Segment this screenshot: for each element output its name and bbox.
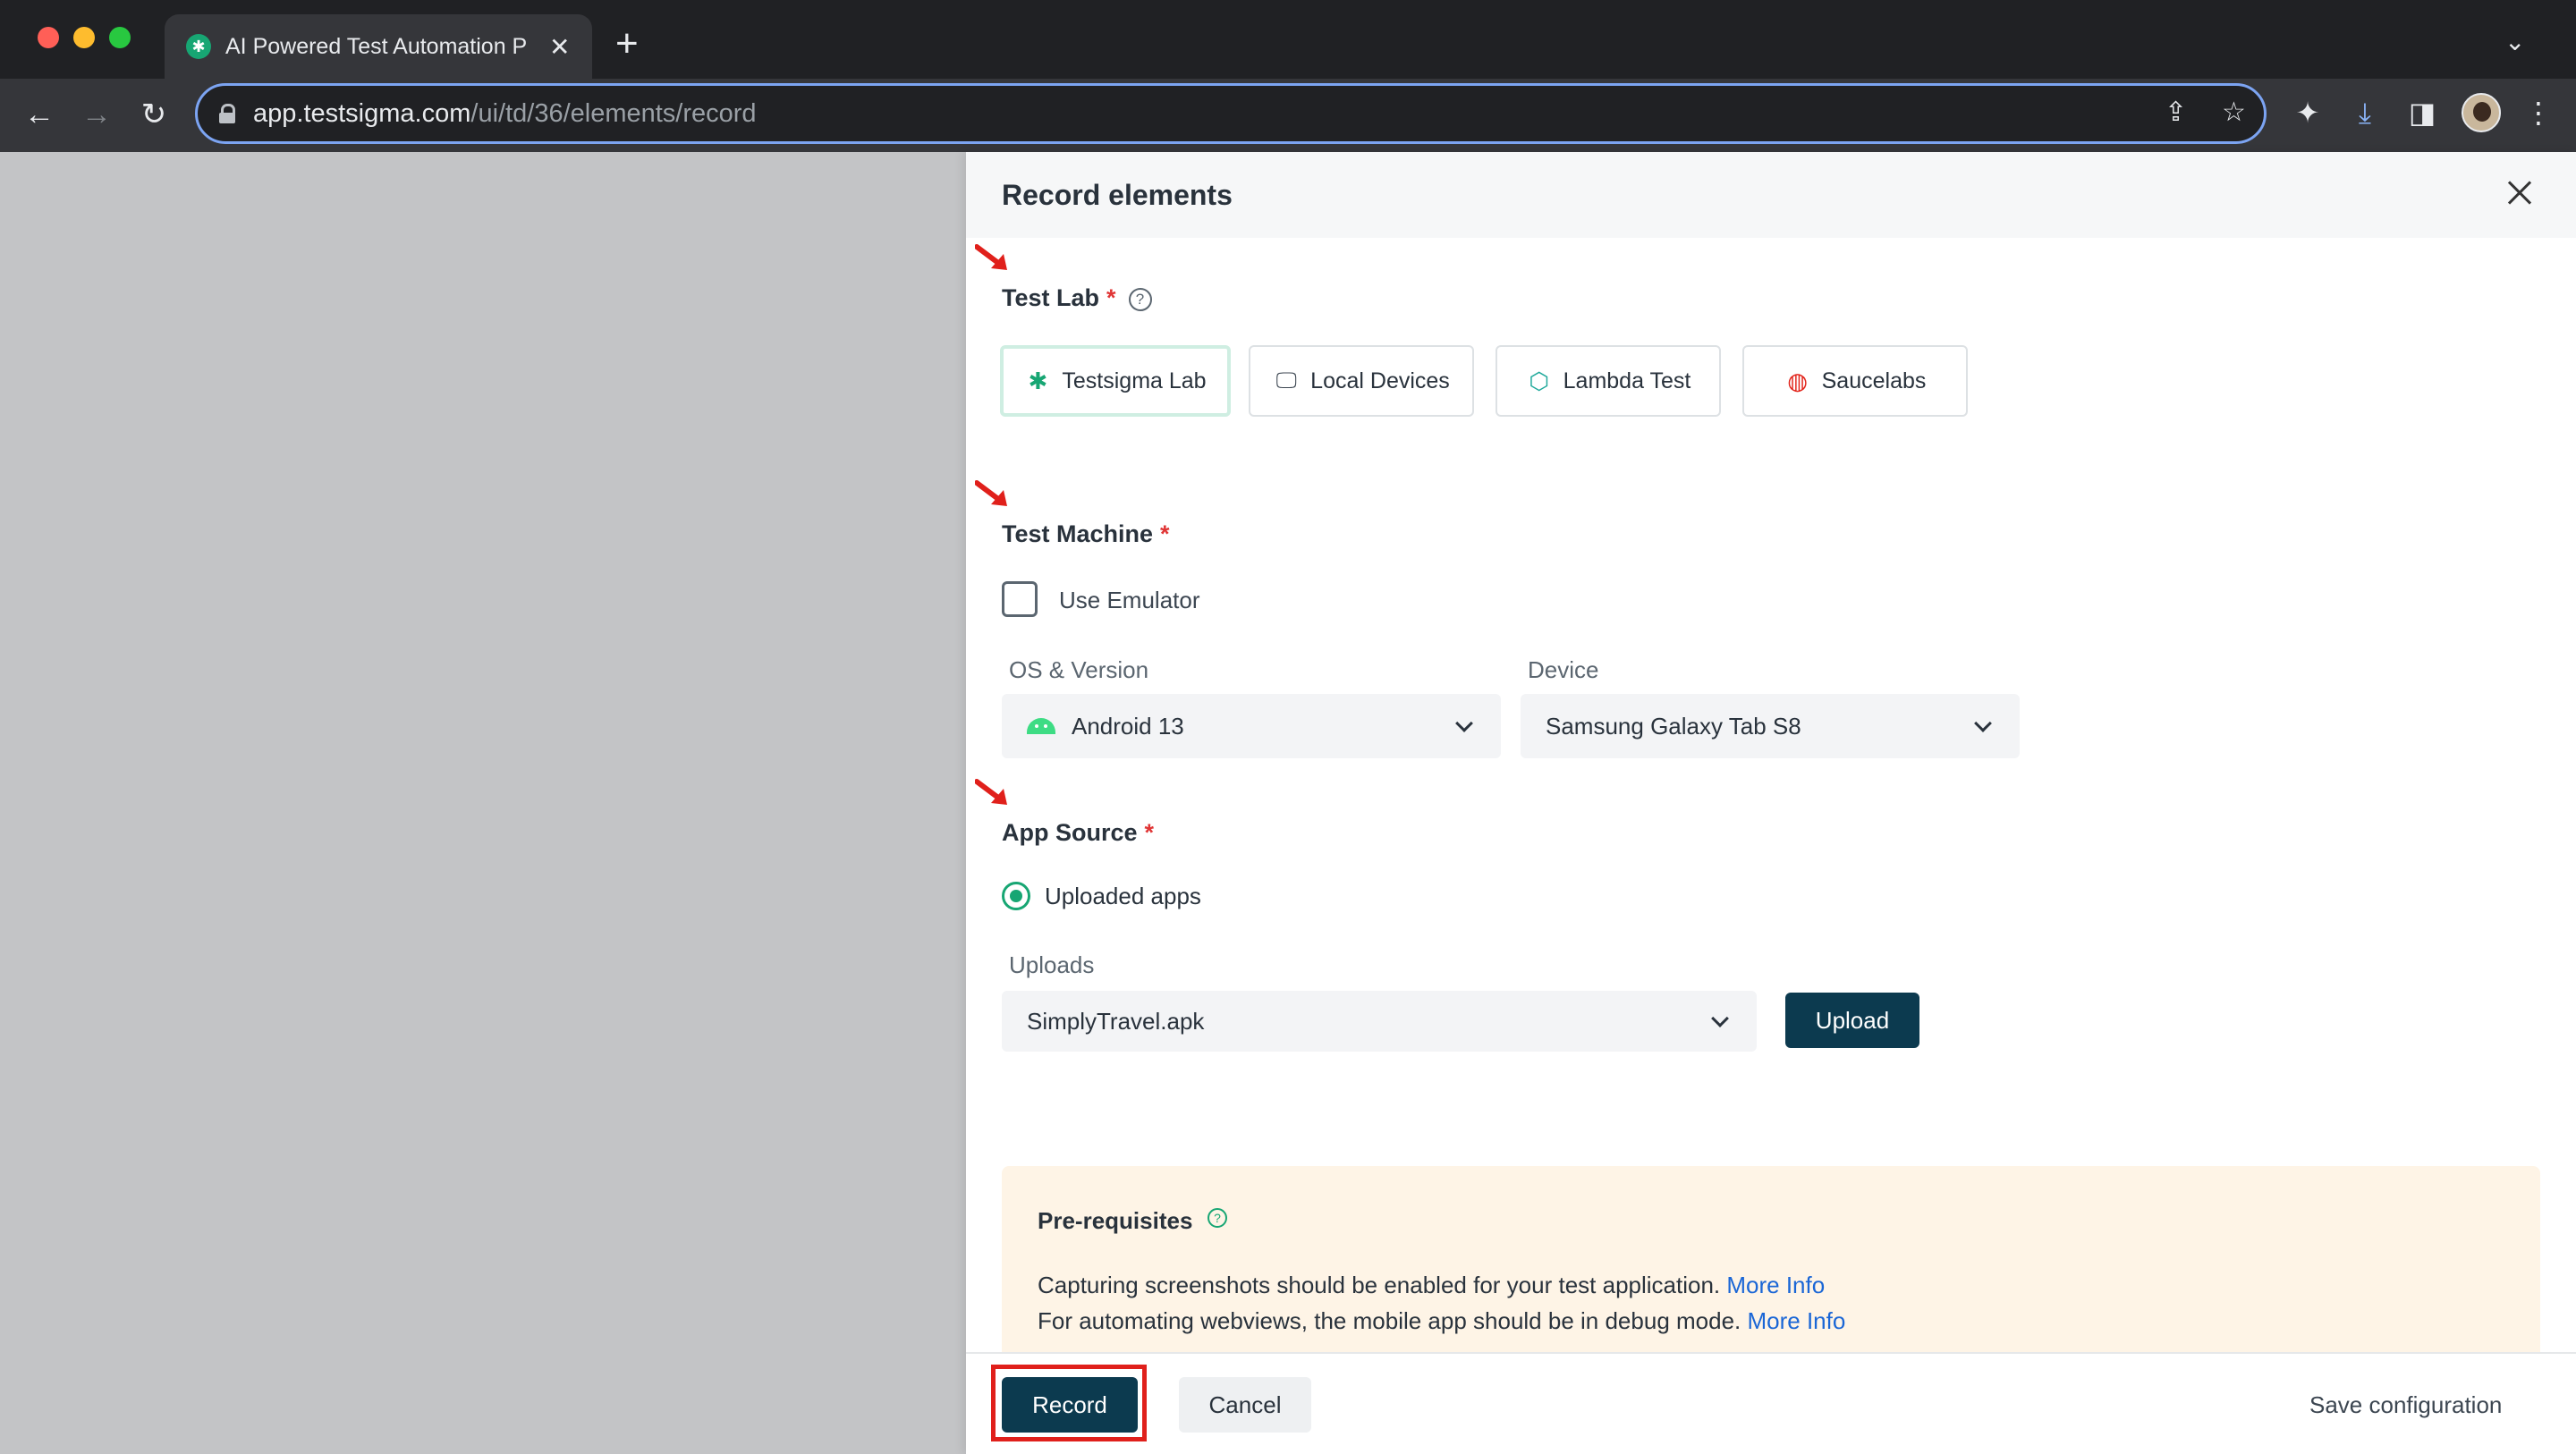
annotation-arrow-test-lab [975,244,1007,270]
annotation-arrow-test-machine [975,480,1007,506]
device-label: Device [1528,656,1599,683]
device-value: Samsung Galaxy Tab S8 [1546,712,1801,740]
required-mark: * [1160,520,1170,547]
use-emulator-checkbox[interactable] [1002,581,1038,617]
forward-icon[interactable]: → [75,93,118,136]
testsigma-icon: ✱ [1028,367,1048,394]
app-source-label: App Source * [1002,819,1154,847]
cancel-button[interactable]: Cancel [1179,1377,1311,1433]
required-mark: * [1144,819,1155,846]
testsigma-favicon-icon: ✱ [186,34,211,59]
uploaded-apps-radio[interactable] [1002,882,1030,910]
device-select[interactable]: Samsung Galaxy Tab S8 [1521,694,2020,758]
prerequisite-line-1: Capturing screenshots should be enabled … [1038,1272,1825,1299]
lab-option-testsigma[interactable]: ✱ Testsigma Lab [1000,345,1231,417]
uploads-value: SimplyTravel.apk [1027,1007,1205,1035]
lab-option-saucelabs[interactable]: ◍ Saucelabs [1742,345,1968,417]
lab-option-lambda-test[interactable]: ⬡ Lambda Test [1496,345,1721,417]
url-path: /ui/td/36/elements/record [470,98,757,128]
test-machine-label-text: Test Machine [1002,520,1154,547]
more-info-link-1[interactable]: More Info [1726,1272,1825,1298]
browser-menu-icon[interactable]: ⋮ [2521,95,2556,131]
os-version-label: OS & Version [1009,656,1149,683]
chevron-down-icon [1711,1010,1729,1027]
annotation-arrow-app-source [975,779,1007,805]
bookmark-star-icon[interactable]: ☆ [2222,97,2246,128]
uploads-select[interactable]: SimplyTravel.apk [1002,991,1757,1052]
prerequisite-text-2: For automating webviews, the mobile app … [1038,1307,1741,1334]
lab-option-label: Lambda Test [1563,368,1691,393]
test-lab-label-text: Test Lab [1002,284,1100,311]
android-icon [1027,718,1055,734]
lab-option-label: Saucelabs [1821,368,1927,393]
local-devices-icon: 🖵 [1275,368,1297,393]
app-source-label-text: App Source [1002,819,1138,846]
new-tab-icon[interactable]: + [615,21,639,66]
record-annotation-box [991,1365,1147,1441]
address-bar[interactable]: app.testsigma.com/ui/td/36/elements/reco… [195,83,2267,144]
url-host: app.testsigma.com [253,98,471,128]
lab-option-label: Local Devices [1310,368,1450,393]
tab-title: AI Powered Test Automation P [225,33,528,59]
save-configuration-link[interactable]: Save configuration [2309,1391,2502,1419]
test-machine-label: Test Machine * [1002,520,1170,548]
uploads-label: Uploads [1009,951,1095,978]
share-icon[interactable]: ⇪ [2165,97,2187,128]
chevron-down-icon [1455,714,1473,732]
use-emulator-label: Use Emulator [1059,587,1200,613]
browser-tab[interactable]: ✱ AI Powered Test Automation P ✕ [165,14,592,79]
extensions-icon[interactable]: ✦ [2290,95,2326,131]
back-icon[interactable]: ← [18,93,61,136]
lab-option-label: Testsigma Lab [1062,368,1207,393]
help-icon[interactable]: ? [1128,288,1152,311]
prerequisites-help-icon[interactable]: ? [1208,1208,1227,1228]
panel-title: Record elements [1002,179,1233,211]
prerequisite-line-2: For automating webviews, the mobile app … [1038,1307,1845,1335]
os-version-value: Android 13 [1072,712,1184,740]
download-icon[interactable]: ⤓ [2347,95,2383,131]
upload-button[interactable]: Upload [1785,993,1919,1048]
chevron-down-icon [1974,714,1992,732]
more-info-link-2[interactable]: More Info [1748,1307,1846,1334]
profile-avatar[interactable] [2462,93,2501,132]
required-mark: * [1106,284,1116,311]
window-close-dot[interactable] [38,27,59,48]
saucelabs-icon: ◍ [1787,367,1808,394]
os-version-select[interactable]: Android 13 [1002,694,1501,758]
lock-icon [219,104,235,123]
reload-icon[interactable]: ↻ [132,93,175,136]
close-icon[interactable] [2501,175,2537,211]
uploaded-apps-label: Uploaded apps [1045,883,1201,909]
prerequisites-title: Pre-requisites [1038,1207,1193,1234]
test-lab-label: Test Lab *? [1002,284,1152,312]
side-panel-icon[interactable]: ◨ [2404,95,2440,131]
tab-search-chevron-icon[interactable]: ⌄ [2504,27,2525,56]
window-zoom-dot[interactable] [109,27,131,48]
lambdatest-icon: ⬡ [1529,367,1549,394]
lab-option-local-devices[interactable]: 🖵 Local Devices [1249,345,1474,417]
window-minimize-dot[interactable] [73,27,95,48]
prerequisite-text-1: Capturing screenshots should be enabled … [1038,1272,1721,1298]
tab-close-icon[interactable]: ✕ [549,32,570,62]
